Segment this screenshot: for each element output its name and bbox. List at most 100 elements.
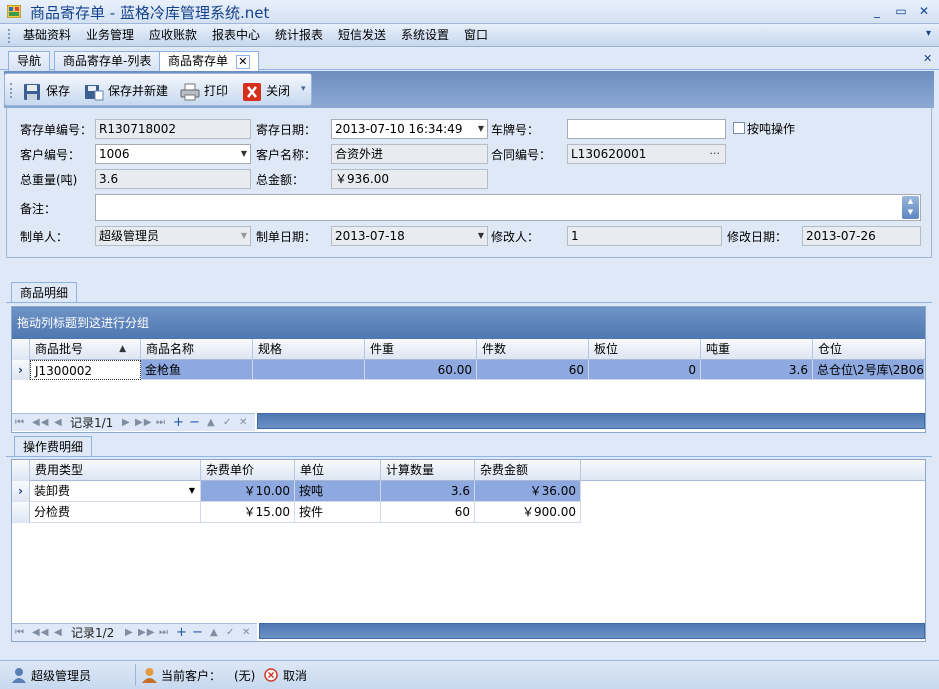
nav-next-icon[interactable]: ▶ (125, 624, 134, 642)
nav-up-icon[interactable]: ▲ (207, 414, 216, 432)
col-fee-amount[interactable]: 杂费金额 (475, 460, 581, 481)
menu-business[interactable]: 业务管理 (80, 27, 140, 44)
nav-confirm-icon[interactable]: ✓ (223, 414, 232, 432)
table-row[interactable]: › J1300002 金枪鱼 60.00 60 0 3.6 总仓位\2号库\2B… (12, 360, 925, 380)
nav-last-icon[interactable]: ⏭ (159, 624, 169, 642)
cell-unit-price[interactable]: ￥10.00 (201, 481, 295, 502)
table-row[interactable]: 分检费 ￥15.00 按件 60 ￥900.00 (12, 502, 925, 523)
by-ton-checkbox[interactable] (733, 122, 745, 134)
cell-piece-count[interactable]: 60 (477, 360, 589, 380)
cell-fee-type-select[interactable]: 装卸费 ▼ (30, 481, 201, 502)
nav-prev-page-icon[interactable]: ◀◀ (32, 414, 49, 432)
nav-prev-page-icon[interactable]: ◀◀ (32, 624, 49, 642)
cell-location[interactable]: 总仓位\2号库\2B06 (813, 360, 925, 380)
print-button[interactable]: 打印 (180, 81, 228, 101)
modifier-field[interactable]: 1 (567, 226, 722, 246)
cell-unit[interactable]: 按吨 (295, 481, 381, 502)
customer-no-select[interactable]: 1006 ▼ (95, 144, 251, 164)
cell-unit-price[interactable]: ￥15.00 (201, 502, 295, 523)
restore-button[interactable]: ▭ (891, 3, 911, 20)
col-calc-qty[interactable]: 计算数量 (381, 460, 475, 481)
creator-select[interactable]: 超级管理员 ▼ (95, 226, 251, 246)
contract-browse-button[interactable]: ··· (710, 145, 721, 163)
total-weight-field[interactable]: 3.6 (95, 169, 251, 189)
nav-next-page-icon[interactable]: ▶▶ (138, 624, 155, 642)
goods-hscrollbar[interactable] (257, 413, 925, 429)
cell-calc-qty[interactable]: 3.6 (381, 481, 475, 502)
plate-field[interactable] (567, 119, 726, 139)
close-button[interactable]: 关闭 (242, 81, 290, 101)
nav-confirm-icon[interactable]: ✓ (226, 624, 235, 642)
cell-fee-amount[interactable]: ￥36.00 (475, 481, 581, 502)
col-location[interactable]: 仓位 (813, 339, 925, 360)
nav-next-icon[interactable]: ▶ (122, 414, 131, 432)
minimize-button[interactable]: _ (867, 3, 887, 20)
tab-navigation[interactable]: 导航 (8, 51, 51, 71)
tab-close-icon[interactable]: ✕ (235, 54, 250, 69)
col-batch-no[interactable]: 商品批号 ▲ (30, 339, 141, 360)
nav-cancel-icon[interactable]: ✕ (239, 414, 248, 432)
modify-date-field[interactable]: 2013-07-26 (802, 226, 921, 246)
toolbar-overflow-icon[interactable]: ▾ (301, 84, 306, 94)
table-row[interactable]: › 装卸费 ▼ ￥10.00 按吨 3.6 ￥36.00 (12, 481, 925, 502)
col-piece-weight[interactable]: 件重 (365, 339, 477, 360)
nav-first-icon[interactable]: ⏮ (15, 624, 25, 642)
nav-prev-icon[interactable]: ◀ (54, 624, 63, 642)
nav-cancel-icon[interactable]: ✕ (242, 624, 251, 642)
save-and-new-button[interactable]: 保存并新建 (84, 81, 168, 101)
tab-deposit-list[interactable]: 商品寄存单-列表 (54, 51, 161, 71)
total-amount-field[interactable]: ￥936.00 (331, 169, 488, 189)
col-ton-weight[interactable]: 吨重 (701, 339, 813, 360)
cell-fee-amount[interactable]: ￥900.00 (475, 502, 581, 523)
menu-receivables[interactable]: 应收账款 (143, 27, 203, 44)
cell-fee-type[interactable]: 分检费 (30, 502, 201, 523)
col-unit[interactable]: 单位 (295, 460, 381, 481)
deposit-no-field[interactable]: R130718002 (95, 119, 251, 139)
nav-first-icon[interactable]: ⏮ (15, 414, 25, 432)
tab-goods-detail[interactable]: 商品明细 (11, 282, 78, 303)
contract-no-field[interactable]: L130620001 ··· (567, 144, 726, 164)
cell-spec[interactable] (253, 360, 365, 380)
save-button[interactable]: 保存 (22, 81, 70, 101)
nav-remove-icon[interactable]: − (192, 624, 204, 642)
menu-sms[interactable]: 短信发送 (332, 27, 392, 44)
nav-last-icon[interactable]: ⏭ (156, 414, 166, 432)
menu-window[interactable]: 窗口 (458, 27, 494, 44)
col-piece-count[interactable]: 件数 (477, 339, 589, 360)
nav-up-icon[interactable]: ▲ (210, 624, 219, 642)
col-spec[interactable]: 规格 (253, 339, 365, 360)
cell-unit[interactable]: 按件 (295, 502, 381, 523)
cell-ton-weight[interactable]: 3.6 (701, 360, 813, 380)
col-pallet[interactable]: 板位 (589, 339, 701, 360)
remark-scrollbar[interactable]: ▲ ▼ (902, 196, 919, 219)
cell-piece-weight[interactable]: 60.00 (365, 360, 477, 380)
nav-next-page-icon[interactable]: ▶▶ (135, 414, 152, 432)
window-close-button[interactable]: ✕ (914, 3, 934, 20)
cell-calc-qty[interactable]: 60 (381, 502, 475, 523)
panel-close-icon[interactable]: ✕ (923, 52, 932, 65)
fee-hscrollbar[interactable] (259, 623, 925, 639)
cell-batch-no[interactable]: J1300002 (30, 360, 141, 380)
nav-remove-icon[interactable]: − (189, 414, 201, 432)
menu-overflow-icon[interactable]: ▾ (926, 28, 931, 39)
customer-name-field[interactable]: 合资外进 (331, 144, 488, 164)
nav-add-icon[interactable]: + (176, 624, 188, 642)
menu-basic-data[interactable]: 基础资料 (17, 27, 77, 44)
tab-fee-detail[interactable]: 操作费明细 (14, 436, 93, 457)
col-goods-name[interactable]: 商品名称 (141, 339, 253, 360)
cancel-icon[interactable] (264, 668, 278, 682)
menu-settings[interactable]: 系统设置 (395, 27, 455, 44)
nav-add-icon[interactable]: + (173, 414, 185, 432)
col-fee-type[interactable]: 费用类型 (30, 460, 201, 481)
col-unit-price[interactable]: 杂费单价 (201, 460, 295, 481)
menu-reports[interactable]: 报表中心 (206, 27, 266, 44)
cell-goods-name[interactable]: 金枪鱼 (141, 360, 253, 380)
deposit-date-picker[interactable]: 2013-07-10 16:34:49 ▼ (331, 119, 488, 139)
cancel-customer-button[interactable]: 取消 (283, 667, 307, 685)
remark-textarea[interactable] (95, 194, 921, 221)
cell-pallet[interactable]: 0 (589, 360, 701, 380)
menu-statistics[interactable]: 统计报表 (269, 27, 329, 44)
tab-deposit-form[interactable]: 商品寄存单 ✕ (159, 51, 259, 71)
create-date-picker[interactable]: 2013-07-18 ▼ (331, 226, 488, 246)
nav-prev-icon[interactable]: ◀ (54, 414, 63, 432)
